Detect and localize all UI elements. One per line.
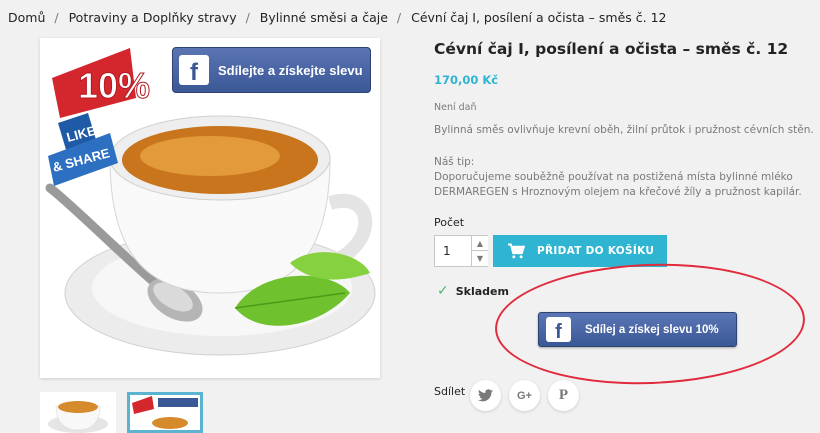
stock-label: Skladem — [455, 284, 509, 298]
quantity-input[interactable] — [435, 236, 471, 266]
product-price: 170,00 Kč — [434, 73, 499, 87]
check-icon: ✓ — [437, 283, 449, 299]
tax-note: Není daň — [434, 102, 477, 113]
breadcrumb-separator: / — [245, 10, 250, 25]
breadcrumb-food[interactable]: Potraviny a Doplňky stravy — [69, 10, 237, 25]
facebook-icon: f — [546, 317, 571, 342]
quantity-stepper: ▲ ▼ — [434, 235, 488, 267]
product-description: Bylinná směs ovlivňuje krevní oběh, žiln… — [434, 124, 814, 136]
facebook-share-discount-button[interactable]: f Sdílej a získej slevu 10% — [538, 312, 737, 347]
twitter-icon[interactable] — [470, 380, 501, 411]
pinterest-icon[interactable]: P — [548, 380, 579, 411]
breadcrumb-herbal[interactable]: Bylinné směsi a čaje — [260, 10, 388, 25]
tip-line-1: Doporučujeme souběžně používat na postiž… — [434, 171, 793, 183]
breadcrumb-separator: / — [54, 10, 59, 25]
cart-icon — [508, 243, 525, 259]
quantity-label: Počet — [434, 216, 465, 229]
product-tip: Náš tip: Doporučujeme souběžně používat … — [434, 155, 802, 200]
google-plus-icon[interactable]: G+ — [509, 380, 540, 411]
product-title: Cévní čaj I, posílení a očista – směs č.… — [434, 40, 789, 58]
thumbnail-1[interactable] — [40, 392, 116, 433]
facebook-share-discount-label: Sdílej a získej slevu 10% — [585, 323, 719, 336]
tip-heading: Náš tip: — [434, 156, 475, 168]
facebook-icon: f — [179, 55, 209, 85]
stock-status: ✓ Skladem — [437, 283, 509, 299]
share-label: Sdílet — [434, 385, 466, 398]
breadcrumb: Domů / Potraviny a Doplňky stravy / Bylinn… — [8, 10, 667, 25]
breadcrumb-current[interactable]: Cévní čaj I, posílení a očista – směs č.… — [411, 10, 666, 25]
product-main-image[interactable]: LIKE & SHARE 10% OFF f Sdílejte a získej… — [40, 38, 380, 378]
chevron-down-icon[interactable]: ▼ — [471, 251, 488, 266]
breadcrumb-home[interactable]: Domů — [8, 10, 45, 25]
add-to-cart-button[interactable]: PŘIDAT DO KOŠÍKU — [493, 235, 667, 267]
add-to-cart-label: PŘIDAT DO KOŠÍKU — [537, 245, 655, 257]
chevron-up-icon[interactable]: ▲ — [471, 236, 488, 251]
discount-badge: 10% — [78, 65, 150, 106]
tip-line-2: DERMAREGEN s Hroznovým olejem na křečové… — [434, 186, 802, 198]
discount-off: OFF — [135, 106, 155, 117]
image-fb-banner: f Sdílejte a získejte slevu — [172, 47, 371, 93]
thumbnail-2-selected[interactable] — [127, 392, 203, 433]
image-fb-banner-text: Sdílejte a získejte slevu — [218, 62, 363, 78]
breadcrumb-separator: / — [396, 10, 402, 25]
